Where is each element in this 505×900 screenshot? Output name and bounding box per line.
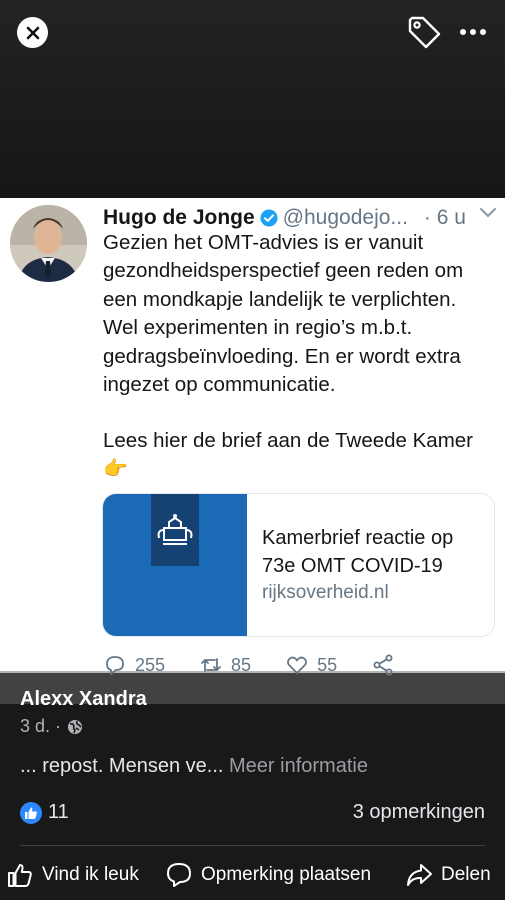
- more-options-button[interactable]: [458, 22, 488, 42]
- pointing-emoji: 👉: [103, 458, 128, 480]
- comment-icon: [167, 863, 191, 887]
- post-time[interactable]: 3 d. ·: [20, 716, 61, 737]
- more-icon-dot: [480, 29, 486, 35]
- globe-icon: [68, 719, 83, 734]
- tweet-screenshot[interactable]: Hugo de Jonge @hugodejo... · 6 u Gezien …: [0, 198, 505, 676]
- see-more-link[interactable]: Meer informatie: [229, 755, 368, 777]
- comments-count[interactable]: 3 opmerkingen: [353, 801, 485, 824]
- like-badge-icon: [20, 801, 42, 824]
- post-action-bar: Vind ik leuk Opmerking plaatsen Delen: [0, 855, 505, 895]
- post-author[interactable]: Alexx Xandra: [20, 688, 147, 711]
- rijksoverheid-logo: [151, 494, 199, 566]
- close-button[interactable]: [17, 17, 48, 48]
- caption-text: ... repost. Mensen ve...: [20, 755, 224, 777]
- link-card: Kamerbrief reactie op 73e OMT COVID-19 r…: [102, 493, 495, 637]
- more-icon-dot: [470, 29, 476, 35]
- reaction-count: 11: [48, 801, 69, 823]
- tweet-line: een mondkapje landelijk te verplichten.: [103, 287, 457, 311]
- card-thumbnail: [103, 494, 247, 636]
- tag-button[interactable]: [406, 15, 442, 51]
- tweet-line: Gezien het OMT-advies is er vanuit: [103, 231, 424, 254]
- tweet-handle: @hugodejo...: [282, 206, 408, 229]
- tweet-text: Gezien het OMT-advies is er vanuit gezon…: [103, 229, 503, 399]
- like-button[interactable]: Vind ik leuk: [6, 861, 139, 889]
- more-icon-dot: [460, 29, 466, 35]
- comment-button-label: Opmerking plaatsen: [201, 864, 372, 885]
- like-button-label: Vind ik leuk: [42, 864, 139, 885]
- share-button-label: Delen: [441, 864, 491, 885]
- card-title: Kamerbrief reactie op 73e OMT COVID-19: [262, 527, 454, 577]
- chevron-down-icon: [480, 208, 496, 218]
- tweet-line: Wel experimenten in regio’s m.b.t.: [103, 316, 413, 340]
- tweet-line: gezondheidsperspectief geen reden om: [103, 259, 464, 283]
- share-icon: [407, 864, 432, 886]
- tweet-line: gedragsbeïnvloeding. En er wordt extra: [103, 344, 461, 368]
- tweet-line: ingezet op communicatie.: [103, 373, 336, 397]
- thumbs-up-icon: [8, 864, 32, 887]
- verified-badge-icon: [260, 209, 278, 227]
- tweet-author-name: Hugo de Jonge: [103, 206, 255, 229]
- tag-icon: [408, 16, 441, 49]
- close-icon: [26, 26, 39, 39]
- tweet-time: · 6 u: [423, 206, 466, 229]
- post-meta: 3 d. ·: [20, 716, 83, 737]
- post-caption: ... repost. Mensen ve... Meer informatie: [20, 755, 368, 778]
- card-domain: rijksoverheid.nl: [262, 582, 389, 603]
- share-button[interactable]: Delen: [405, 861, 491, 889]
- comment-button[interactable]: Opmerking plaatsen: [165, 861, 371, 889]
- tweet-link-line: Lees hier de brief aan de Tweede Kamer: [103, 429, 474, 452]
- reactions-summary[interactable]: 11: [20, 801, 69, 824]
- divider: [20, 845, 485, 846]
- tweet-avatar: [10, 205, 87, 282]
